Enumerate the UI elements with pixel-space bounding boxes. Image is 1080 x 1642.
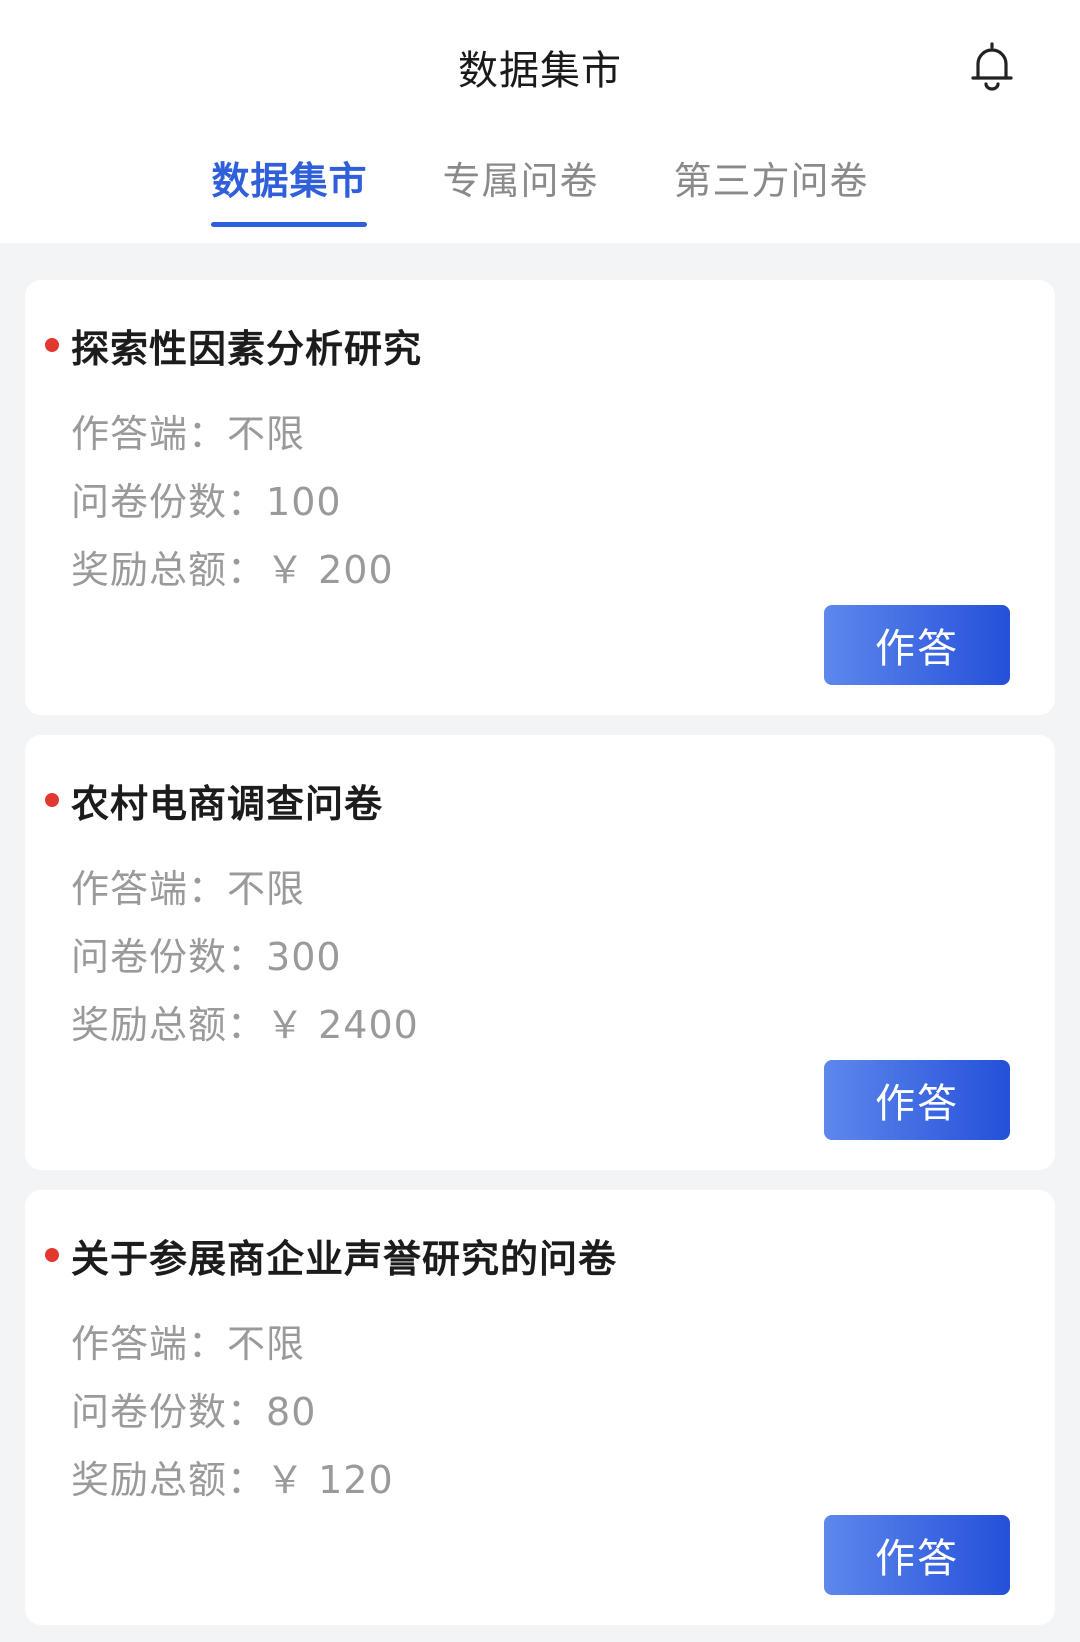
survey-fields: 作答端：不限 问卷份数：100 奖励总额：￥ 200 xyxy=(71,400,394,604)
reward-row: 奖励总额：￥ 120 xyxy=(71,1446,394,1514)
tab-data-market[interactable]: 数据集市 xyxy=(211,150,368,227)
tab-exclusive-survey[interactable]: 专属问卷 xyxy=(442,150,598,227)
count-label: 问卷份数： xyxy=(71,480,267,524)
survey-title: 农村电商调查问卷 xyxy=(71,782,384,826)
bell-icon[interactable] xyxy=(968,40,1016,92)
survey-card: 关于参展商企业声誉研究的问卷 作答端：不限 问卷份数：80 奖励总额：￥ 120… xyxy=(25,1190,1055,1625)
count-row: 问卷份数：300 xyxy=(71,923,419,991)
count-value: 300 xyxy=(266,935,342,979)
platform-row: 作答端：不限 xyxy=(71,1310,394,1378)
reward-label: 奖励总额： xyxy=(71,548,267,592)
reward-label: 奖励总额： xyxy=(71,1003,267,1047)
count-row: 问卷份数：100 xyxy=(71,468,394,536)
reward-value: ￥ 2400 xyxy=(266,1003,419,1047)
reward-label: 奖励总额： xyxy=(71,1458,267,1502)
reward-value: ￥ 120 xyxy=(266,1458,394,1502)
count-label: 问卷份数： xyxy=(71,1390,267,1434)
reward-row: 奖励总额：￥ 2400 xyxy=(71,991,419,1059)
count-row: 问卷份数：80 xyxy=(71,1378,394,1446)
answer-button[interactable]: 作答 xyxy=(824,1060,1010,1140)
survey-fields: 作答端：不限 问卷份数：300 奖励总额：￥ 2400 xyxy=(71,855,419,1059)
survey-card: 农村电商调查问卷 作答端：不限 问卷份数：300 奖励总额：￥ 2400 作答 xyxy=(25,735,1055,1170)
red-dot-icon xyxy=(45,793,59,807)
reward-row: 奖励总额：￥ 200 xyxy=(71,536,394,604)
survey-fields: 作答端：不限 问卷份数：80 奖励总额：￥ 120 xyxy=(71,1310,394,1514)
platform-label: 作答端： xyxy=(71,412,228,456)
survey-list: 探索性因素分析研究 作答端：不限 问卷份数：100 奖励总额：￥ 200 作答 … xyxy=(0,243,1080,1625)
platform-row: 作答端：不限 xyxy=(71,400,394,468)
answer-button[interactable]: 作答 xyxy=(824,1515,1010,1595)
platform-value: 不限 xyxy=(227,867,306,911)
platform-label: 作答端： xyxy=(71,867,228,911)
platform-row: 作答端：不限 xyxy=(71,855,419,923)
red-dot-icon xyxy=(45,338,59,352)
count-label: 问卷份数： xyxy=(71,935,267,979)
platform-value: 不限 xyxy=(227,1322,306,1366)
reward-value: ￥ 200 xyxy=(266,548,394,592)
red-dot-icon xyxy=(45,1248,59,1262)
tab-third-party-survey[interactable]: 第三方问卷 xyxy=(674,150,869,227)
platform-label: 作答端： xyxy=(71,1322,228,1366)
top-bar: 数据集市 数据集市 专属问卷 第三方问卷 xyxy=(0,0,1080,243)
count-value: 100 xyxy=(266,480,342,524)
survey-title: 探索性因素分析研究 xyxy=(71,327,423,371)
survey-title: 关于参展商企业声誉研究的问卷 xyxy=(71,1237,618,1281)
page-title: 数据集市 xyxy=(458,48,622,94)
survey-card: 探索性因素分析研究 作答端：不限 问卷份数：100 奖励总额：￥ 200 作答 xyxy=(25,280,1055,715)
answer-button[interactable]: 作答 xyxy=(824,605,1010,685)
count-value: 80 xyxy=(266,1390,317,1434)
tab-bar: 数据集市 专属问卷 第三方问卷 xyxy=(0,150,1080,227)
platform-value: 不限 xyxy=(227,412,306,456)
